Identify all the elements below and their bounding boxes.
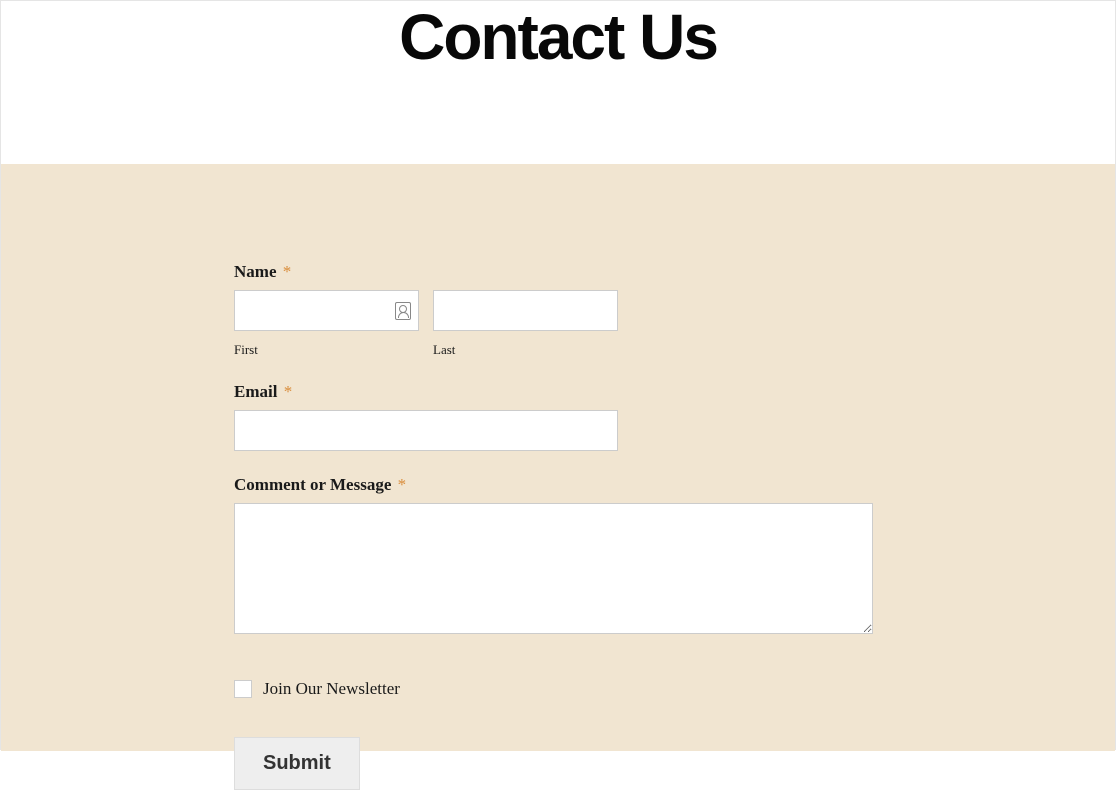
name-required-asterisk: *	[283, 262, 292, 281]
comment-required-asterisk: *	[398, 475, 407, 494]
header-section: Contact Us	[1, 1, 1115, 164]
submit-button[interactable]: Submit	[234, 737, 360, 790]
first-name-sublabel: First	[234, 342, 419, 358]
first-name-wrapper	[234, 290, 419, 331]
first-name-input[interactable]	[234, 290, 419, 331]
contact-card-icon	[395, 302, 411, 320]
newsletter-checkbox[interactable]	[234, 680, 252, 698]
name-field-group: Name * First Last	[234, 262, 1115, 358]
newsletter-row: Join Our Newsletter	[234, 679, 1115, 699]
email-field-group: Email *	[234, 382, 1115, 451]
name-row: First Last	[234, 290, 1115, 358]
name-label-text: Name	[234, 262, 276, 281]
page-title: Contact Us	[399, 5, 717, 69]
comment-label: Comment or Message *	[234, 475, 406, 495]
comment-field-group: Comment or Message *	[234, 475, 1115, 639]
email-input[interactable]	[234, 410, 618, 451]
first-name-column: First	[234, 290, 419, 358]
email-label: Email *	[234, 382, 292, 402]
last-name-sublabel: Last	[433, 342, 618, 358]
email-required-asterisk: *	[284, 382, 293, 401]
newsletter-label: Join Our Newsletter	[263, 679, 400, 699]
email-label-text: Email	[234, 382, 277, 401]
comment-label-text: Comment or Message	[234, 475, 391, 494]
last-name-input[interactable]	[433, 290, 618, 331]
contact-form: Name * First Last Email *	[1, 164, 1115, 751]
comment-textarea[interactable]	[234, 503, 873, 634]
last-name-column: Last	[433, 290, 618, 358]
name-label: Name *	[234, 262, 291, 282]
